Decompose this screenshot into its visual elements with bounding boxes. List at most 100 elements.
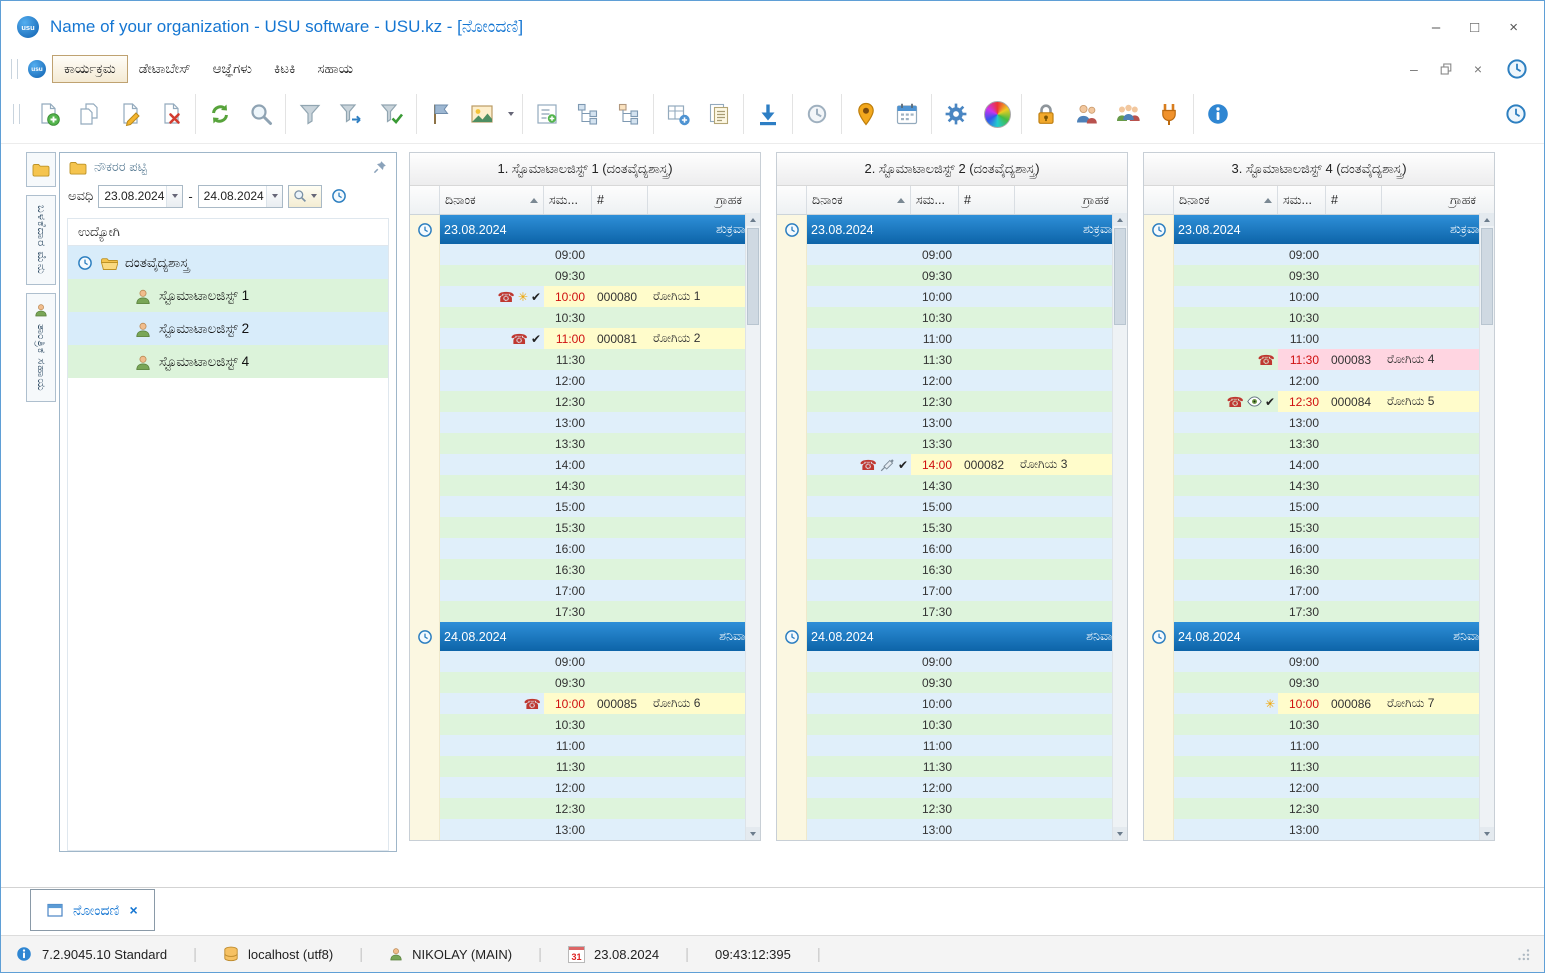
map-pin-button[interactable] [850, 98, 882, 130]
tree-expand-button[interactable] [613, 98, 645, 130]
time-slot-row[interactable]: 12:00 [1144, 777, 1494, 798]
date-column-header[interactable]: ದಿನಾಂಕ [440, 186, 544, 214]
mdi-minimize-button[interactable]: – [1410, 61, 1418, 77]
day-header-row[interactable]: 24.08.2024 ಶನಿವಾರ [1144, 622, 1494, 651]
time-slot-row[interactable]: 12:00 [410, 370, 760, 391]
filter-confirm-button[interactable] [376, 98, 408, 130]
mdi-close-button[interactable]: × [1474, 61, 1482, 77]
time-slot-row[interactable]: 17:30 [1144, 601, 1494, 622]
scroll-up-icon[interactable] [1113, 213, 1127, 226]
time-slot-row[interactable]: 12:00 [777, 370, 1127, 391]
time-slot-row[interactable]: 13:00 [777, 819, 1127, 840]
time-slot-row[interactable]: 10:00 [777, 693, 1127, 714]
time-slot-row[interactable]: 16:30 [1144, 559, 1494, 580]
time-slot-row[interactable]: 15:00 [1144, 496, 1494, 517]
appointment-row[interactable]: ☎ ✔ 11:00 000081 ರೋಗಿಯ 2 [410, 328, 760, 349]
filter-button[interactable] [294, 98, 326, 130]
time-slot-row[interactable]: 11:30 [1144, 756, 1494, 777]
time-slot-row[interactable]: 10:30 [777, 307, 1127, 328]
client-column-header[interactable]: ಗ್ರಾಹಕ [1382, 186, 1494, 214]
date-from-dropdown[interactable] [166, 185, 183, 207]
edit-record-button[interactable] [114, 98, 146, 130]
time-column-header[interactable]: ಸಮ... [1278, 186, 1326, 214]
time-slot-row[interactable]: 14:00 [410, 454, 760, 475]
tree-person-row[interactable]: ಸ್ಟೊಮಾಟಾಲಜಿಸ್ಟ್ 4 [68, 345, 388, 378]
time-slot-row[interactable]: 14:30 [1144, 475, 1494, 496]
time-slot-row[interactable]: 09:30 [777, 672, 1127, 693]
day-header-row[interactable]: 24.08.2024 ಶನಿವಾರ [777, 622, 1127, 651]
time-slot-row[interactable]: 09:30 [1144, 265, 1494, 286]
time-slot-row[interactable]: 13:00 [1144, 412, 1494, 433]
time-slot-row[interactable]: 13:00 [410, 412, 760, 433]
time-slot-row[interactable]: 10:30 [777, 714, 1127, 735]
client-column-header[interactable]: ಗ್ರಾಹಕ [648, 186, 760, 214]
time-slot-row[interactable]: 10:00 [1144, 286, 1494, 307]
scrollbar-thumb[interactable] [1114, 228, 1126, 325]
scrollbar[interactable] [1112, 213, 1127, 840]
mdi-restore-icon[interactable] [1440, 63, 1452, 75]
refresh-button[interactable] [204, 98, 236, 130]
time-slot-row[interactable]: 10:30 [1144, 307, 1494, 328]
time-slot-row[interactable]: 09:00 [1144, 651, 1494, 672]
time-slot-row[interactable]: 14:00 [1144, 454, 1494, 475]
time-slot-row[interactable]: 09:00 [410, 244, 760, 265]
date-to-input[interactable]: 24.08.2024 [197, 184, 283, 208]
number-column-header[interactable]: # [592, 186, 648, 214]
time-slot-row[interactable]: 13:30 [410, 433, 760, 454]
search-button[interactable] [245, 98, 277, 130]
search-button[interactable] [287, 184, 322, 208]
time-slot-row[interactable]: 16:00 [777, 538, 1127, 559]
resize-grip[interactable] [1517, 948, 1530, 961]
history-button[interactable] [801, 98, 833, 130]
image-view-button[interactable] [466, 98, 498, 130]
settings-gear-button[interactable] [940, 98, 972, 130]
menu-program[interactable]: ಕಾರ್ಯಕ್ರಮ [52, 55, 128, 83]
appointment-row[interactable]: ☎ ✳ ✔ 10:00 000080 ರೋಗಿಯ 1 [410, 286, 760, 307]
time-slot-row[interactable]: 12:30 [1144, 798, 1494, 819]
export-button[interactable] [752, 98, 784, 130]
user-group-button[interactable] [1112, 98, 1144, 130]
new-record-button[interactable] [32, 98, 64, 130]
time-slot-row[interactable]: 11:00 [777, 735, 1127, 756]
time-slot-row[interactable]: 09:30 [410, 672, 760, 693]
time-slot-row[interactable]: 09:00 [410, 651, 760, 672]
filter-apply-button[interactable] [335, 98, 367, 130]
info-button[interactable] [1202, 98, 1234, 130]
scrollbar-thumb[interactable] [747, 228, 759, 325]
time-slot-row[interactable]: 15:30 [410, 517, 760, 538]
time-slot-row[interactable]: 09:30 [1144, 672, 1494, 693]
scrollbar[interactable] [1479, 213, 1494, 840]
sidebar-tab-tech-support[interactable]: ತಾಂತ್ರಿಕ ಸಹಾಯ [26, 292, 56, 402]
lock-button[interactable] [1030, 98, 1062, 130]
maximize-button[interactable]: □ [1470, 19, 1479, 36]
tree-collapse-button[interactable] [572, 98, 604, 130]
tree-folder-row[interactable]: ದಂತವೈದ್ಯಶಾಸ್ತ್ರ [68, 246, 388, 279]
pin-icon[interactable] [373, 160, 387, 174]
time-slot-row[interactable]: 11:00 [1144, 735, 1494, 756]
time-slot-row[interactable]: 09:00 [777, 651, 1127, 672]
close-button[interactable]: × [1509, 19, 1518, 36]
form-view-button[interactable] [531, 98, 563, 130]
time-slot-row[interactable]: 12:00 [1144, 370, 1494, 391]
time-slot-row[interactable]: 16:30 [777, 559, 1127, 580]
tree-person-row[interactable]: ಸ್ಟೊಮಾಟಾಲಜಿಸ್ಟ್ 1 [68, 279, 388, 312]
time-slot-row[interactable]: 15:00 [777, 496, 1127, 517]
time-slot-row[interactable]: 13:00 [1144, 819, 1494, 840]
time-slot-row[interactable]: 11:00 [410, 735, 760, 756]
time-slot-row[interactable]: 16:00 [410, 538, 760, 559]
appointment-row[interactable]: ☎ ✔ 14:00 000082 ರೋಗಿಯ 3 [777, 454, 1127, 475]
time-slot-row[interactable]: 17:00 [1144, 580, 1494, 601]
day-header-row[interactable]: 23.08.2024 ಶುಕ್ರವಾರ [410, 215, 760, 244]
time-slot-row[interactable]: 17:30 [410, 601, 760, 622]
client-column-header[interactable]: ಗ್ರಾಹಕ [1015, 186, 1127, 214]
day-header-row[interactable]: 23.08.2024 ಶುಕ್ರವಾರ [777, 215, 1127, 244]
appointment-row[interactable]: ☎ ✔ 12:30 000084 ರೋಗಿಯ 5 [1144, 391, 1494, 412]
scroll-up-icon[interactable] [746, 213, 760, 226]
table-add-button[interactable] [662, 98, 694, 130]
time-slot-row[interactable]: 11:30 [410, 756, 760, 777]
time-slot-row[interactable]: 17:00 [777, 580, 1127, 601]
time-column-header[interactable]: ಸಮ... [544, 186, 592, 214]
time-slot-row[interactable]: 12:00 [410, 777, 760, 798]
menu-window[interactable]: ಕಿಟಕಿ [263, 56, 306, 82]
sidebar-tab-user-menu[interactable]: ಬಳಕೆದಾರ ಮೆನು [26, 195, 56, 285]
